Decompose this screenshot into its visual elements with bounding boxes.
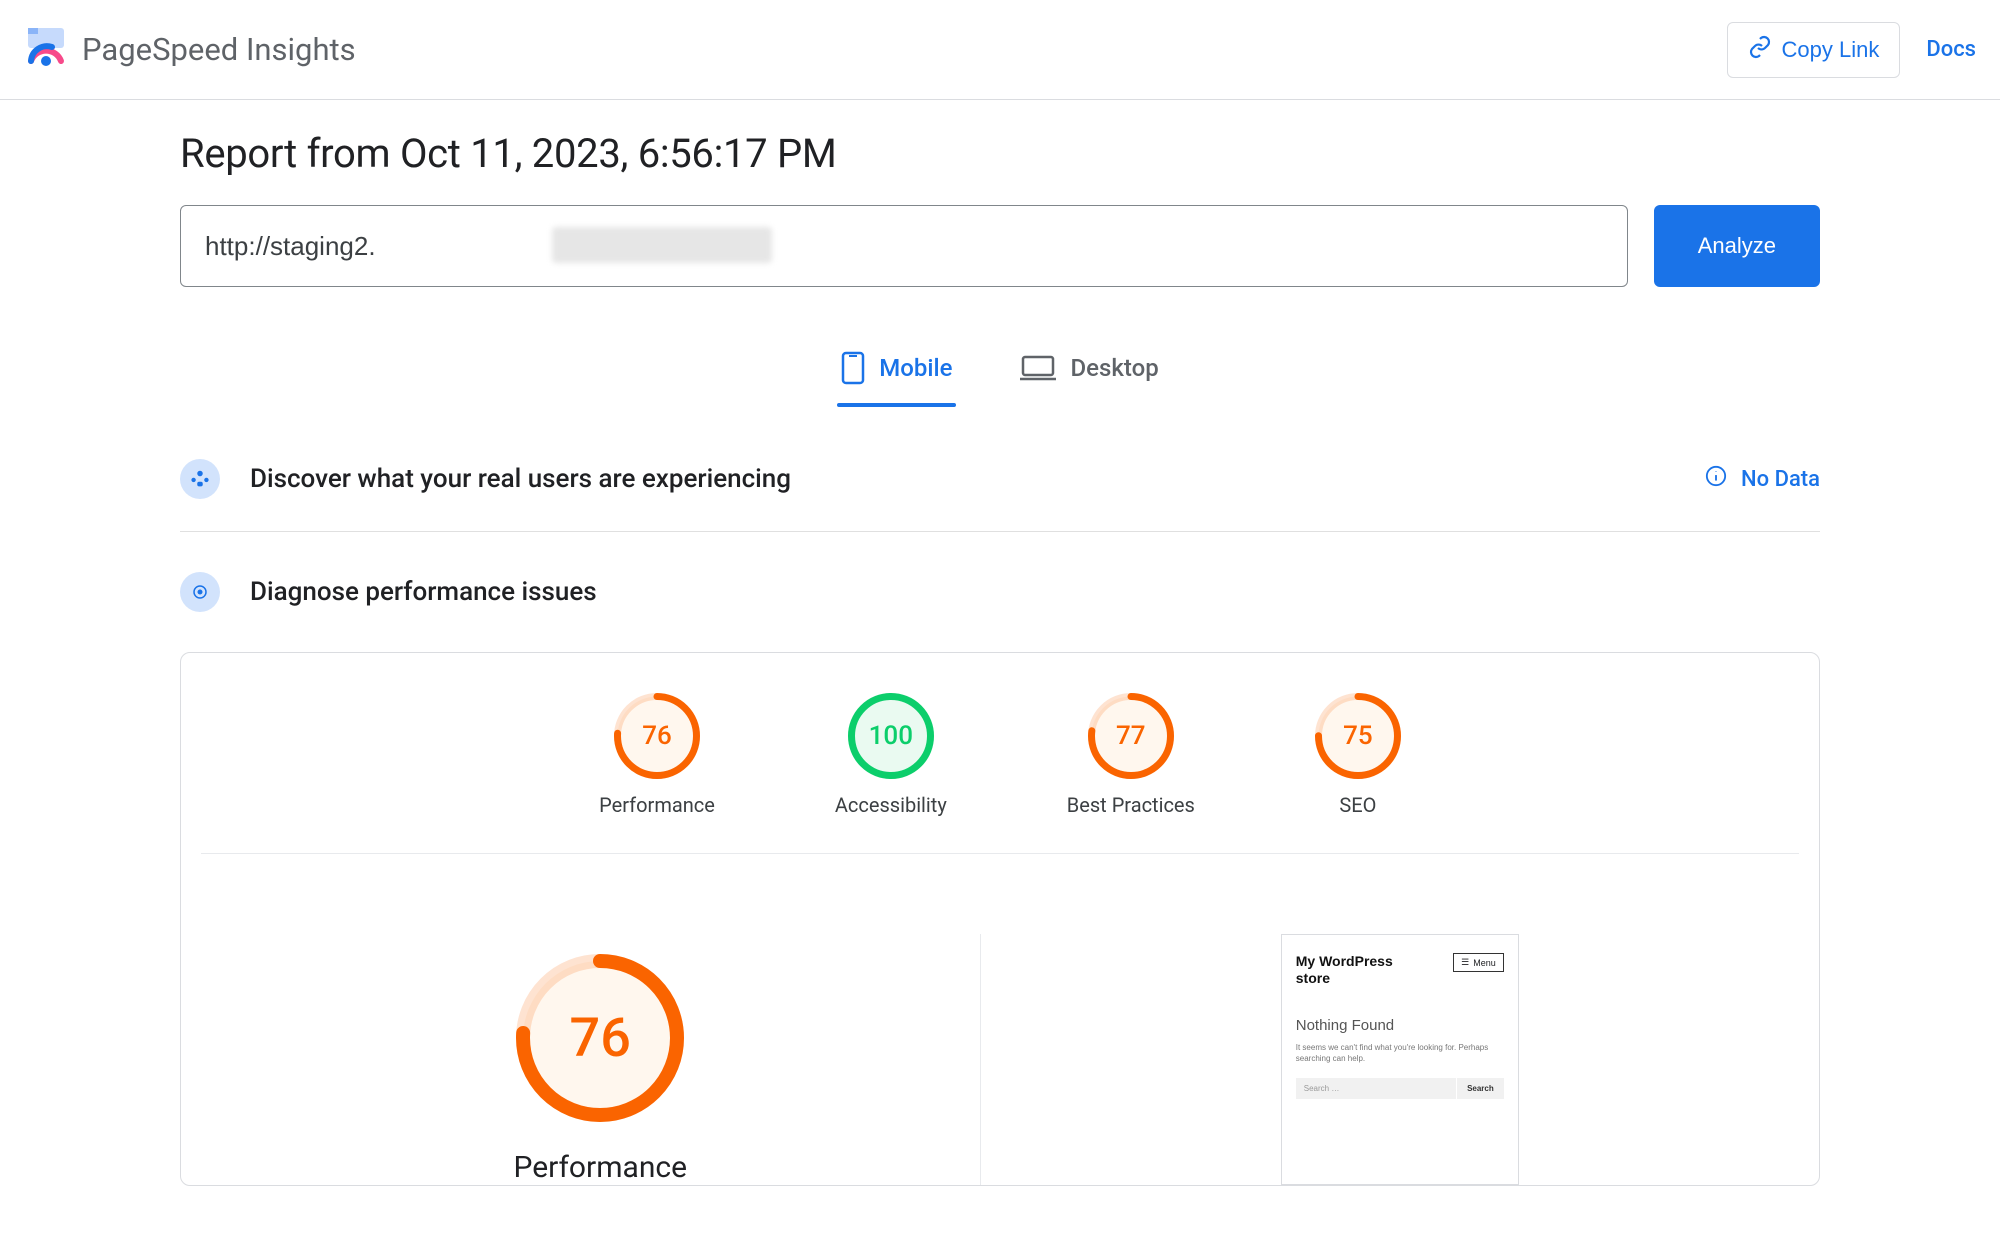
report-title: Report from Oct 11, 2023, 6:56:17 PM <box>180 130 1820 177</box>
gauge-seo[interactable]: 75 SEO <box>1315 693 1401 817</box>
divider <box>180 531 1820 532</box>
app-title: PageSpeed Insights <box>82 31 356 68</box>
header-right: Copy Link Docs <box>1727 22 1977 78</box>
hamburger-icon: ☰ <box>1461 957 1469 968</box>
preview-search-row: Search … Search <box>1296 1078 1504 1099</box>
scores-card: 76 Performance 100 Accessibility 77 Best… <box>180 652 1820 1186</box>
gauge-label: SEO <box>1315 793 1401 817</box>
diagnose-section: Diagnose performance issues <box>180 572 1820 626</box>
discover-title: Discover what your real users are experi… <box>250 464 791 494</box>
detail-area: 76 Performance My WordPress store ☰ Menu… <box>181 854 1819 1185</box>
info-icon <box>1705 465 1727 493</box>
url-input[interactable] <box>180 205 1628 287</box>
gauge-label: Accessibility <box>835 793 947 817</box>
site-preview: My WordPress store ☰ Menu Nothing Found … <box>1281 934 1519 1185</box>
main-content: Report from Oct 11, 2023, 6:56:17 PM Ana… <box>160 100 1840 1186</box>
gauge-circle: 76 <box>614 693 700 779</box>
preview-search-button: Search <box>1457 1078 1504 1099</box>
gauge-best-practices[interactable]: 77 Best Practices <box>1067 693 1195 817</box>
gauge-circle: 75 <box>1315 693 1401 779</box>
url-row: Analyze <box>180 205 1820 287</box>
discover-left: Discover what your real users are experi… <box>180 459 791 499</box>
app-header: PageSpeed Insights Copy Link Docs <box>0 0 2000 100</box>
diagnose-title: Diagnose performance issues <box>250 577 597 607</box>
target-icon <box>180 572 220 612</box>
users-icon <box>180 459 220 499</box>
docs-link[interactable]: Docs <box>1926 37 1976 62</box>
gauge-accessibility[interactable]: 100 Accessibility <box>835 693 947 817</box>
preview-search-input: Search … <box>1296 1078 1456 1099</box>
copy-link-label: Copy Link <box>1782 37 1880 63</box>
gauge-label: Best Practices <box>1067 793 1195 817</box>
tab-desktop[interactable]: Desktop <box>1016 335 1162 405</box>
analyze-button[interactable]: Analyze <box>1654 205 1820 287</box>
tab-mobile[interactable]: Mobile <box>837 335 956 405</box>
preview-column: My WordPress store ☰ Menu Nothing Found … <box>1021 934 1780 1185</box>
performance-large-value: 76 <box>516 954 684 1122</box>
gauge-label: Performance <box>599 793 715 817</box>
url-input-wrap <box>180 205 1628 287</box>
mobile-icon <box>841 351 865 385</box>
gauges-row: 76 Performance 100 Accessibility 77 Best… <box>201 693 1799 854</box>
gauge-circle: 100 <box>848 693 934 779</box>
link-icon <box>1748 35 1772 65</box>
preview-top: My WordPress store ☰ Menu <box>1296 953 1504 987</box>
no-data-indicator[interactable]: No Data <box>1705 465 1820 493</box>
device-tabs: Mobile Desktop <box>180 335 1820 405</box>
gauge-performance[interactable]: 76 Performance <box>599 693 715 817</box>
performance-large-label: Performance <box>513 1150 687 1185</box>
discover-section: Discover what your real users are experi… <box>180 445 1820 513</box>
no-data-label: No Data <box>1741 467 1820 492</box>
tab-mobile-label: Mobile <box>879 354 952 382</box>
tab-desktop-label: Desktop <box>1070 354 1158 382</box>
preview-text: It seems we can't find what you're looki… <box>1296 1042 1504 1064</box>
preview-menu-button: ☰ Menu <box>1453 953 1504 972</box>
preview-menu-label: Menu <box>1473 958 1496 968</box>
gauge-value: 75 <box>1315 693 1401 779</box>
preview-site-title: My WordPress store <box>1296 953 1416 987</box>
performance-large-gauge: 76 <box>516 954 684 1122</box>
gauge-circle: 77 <box>1088 693 1174 779</box>
gauge-value: 77 <box>1088 693 1174 779</box>
pagespeed-logo-icon <box>24 26 68 74</box>
diagnose-left: Diagnose performance issues <box>180 572 597 612</box>
performance-detail: 76 Performance <box>221 934 981 1185</box>
copy-link-button[interactable]: Copy Link <box>1727 22 1901 78</box>
gauge-value: 100 <box>848 693 934 779</box>
gauge-value: 76 <box>614 693 700 779</box>
preview-heading: Nothing Found <box>1296 1017 1504 1034</box>
desktop-icon <box>1020 354 1056 382</box>
header-left: PageSpeed Insights <box>24 26 356 74</box>
